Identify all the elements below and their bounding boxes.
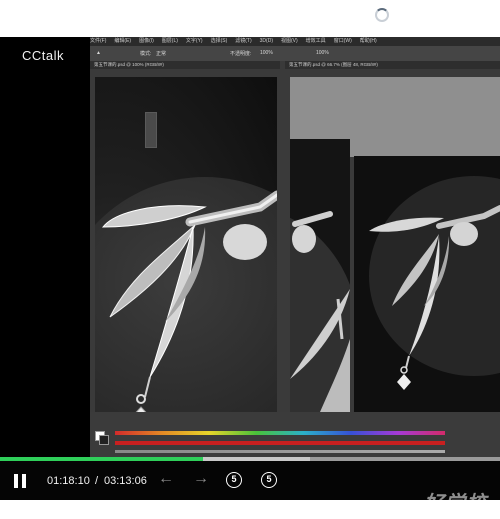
- doc-tab-right: 第五节课的.psd @ 66.7% (图层 48, RGB/8#): [285, 61, 500, 69]
- cctalk-logo: CCtalk: [22, 48, 65, 63]
- bamboo-pendant-image: [101, 190, 277, 412]
- opacity-value: 100%: [260, 50, 273, 56]
- ps-menu-item[interactable]: 增效工具: [306, 38, 326, 44]
- ps-menu-item[interactable]: 文字(Y): [186, 38, 203, 44]
- doc-tab-left: 第五节课的.psd @ 100% (RGB/8#): [90, 61, 280, 69]
- ps-menu-item[interactable]: 滤镜(T): [235, 38, 251, 44]
- pause-icon: [14, 474, 18, 488]
- ps-menu-item[interactable]: 3D(D): [260, 38, 273, 44]
- time-separator: /: [95, 475, 99, 487]
- canvas-right: [354, 156, 500, 412]
- ps-options-bar: ▲ 模式: 正常 不透明度: 100% 100%: [90, 46, 500, 61]
- total-time: 03:13:06: [104, 475, 147, 487]
- floating-tool-panel[interactable]: [145, 112, 157, 148]
- mode-label: 模式:: [140, 51, 152, 57]
- doc-tab-right-title: 第五节课的.psd @ 66.7% (图层 48, RGB/8#): [289, 62, 378, 67]
- ps-menu-item[interactable]: 图像(I): [139, 38, 154, 44]
- bamboo-pendant-full-image: [369, 205, 500, 390]
- current-time: 01:18:10: [47, 475, 90, 487]
- move-tool-icon: ▲: [96, 50, 101, 56]
- ps-menu-item[interactable]: 文件(F): [90, 38, 106, 44]
- ps-menu-item[interactable]: 选择(S): [211, 38, 228, 44]
- hue-gradient-bar[interactable]: [115, 431, 445, 435]
- watermark-url: 91goodschool.com: [430, 513, 481, 519]
- rewind-5-button[interactable]: 5: [226, 472, 242, 488]
- gradient-panel: [90, 412, 500, 457]
- background-color-swatch[interactable]: [99, 435, 109, 445]
- canvas-left: [95, 77, 277, 412]
- doc-tab-left-title: 第五节课的.psd @ 100% (RGB/8#): [94, 62, 164, 67]
- watermark: 好学校 91goodschool.com: [424, 487, 487, 519]
- ps-menu-item[interactable]: 窗口(W): [334, 38, 352, 44]
- canvas-right-background: [290, 77, 500, 139]
- ps-menu-item[interactable]: 视图(V): [281, 38, 298, 44]
- watermark-logo: 好学校: [424, 493, 487, 515]
- canvas-middle: [290, 139, 350, 412]
- photoshop-window: 文件(F) 编辑(E) 图像(I) 图层(L) 文字(Y) 选择(S) 滤镜(T) 3D(D)…: [90, 37, 500, 457]
- ps-menu-item[interactable]: 图层(L): [162, 38, 178, 44]
- teacher-panel: CCtalk: [0, 37, 90, 457]
- ps-menubar: 文件(F) 编辑(E) 图像(I) 图层(L) 文字(Y) 选择(S) 滤镜(T) 3D(D)…: [90, 37, 500, 46]
- zoom-value: 100%: [316, 50, 329, 56]
- bamboo-pendant-partial-image: [290, 211, 350, 412]
- loading-spinner-icon: [375, 8, 389, 22]
- canvas-right-background-2: [350, 139, 500, 157]
- opacity-label: 不透明度:: [230, 51, 252, 57]
- video-player[interactable]: CCtalk 文件(F) 编辑(E) 图像(I) 图层(L) 文字(Y) 选择(S) 滤镜(…: [0, 37, 500, 519]
- forward-5-button[interactable]: 5: [261, 472, 277, 488]
- arrow-left-icon[interactable]: ←: [158, 470, 174, 488]
- arrow-right-icon[interactable]: →: [193, 470, 209, 488]
- mode-value: 正常: [156, 51, 167, 57]
- pause-button[interactable]: [13, 474, 27, 488]
- gray-gradient-bar[interactable]: [115, 450, 445, 453]
- ps-menu-item[interactable]: 编辑(E): [114, 38, 131, 44]
- red-gradient-bar[interactable]: [115, 441, 445, 445]
- ps-menu-item[interactable]: 帮助(H): [360, 38, 377, 44]
